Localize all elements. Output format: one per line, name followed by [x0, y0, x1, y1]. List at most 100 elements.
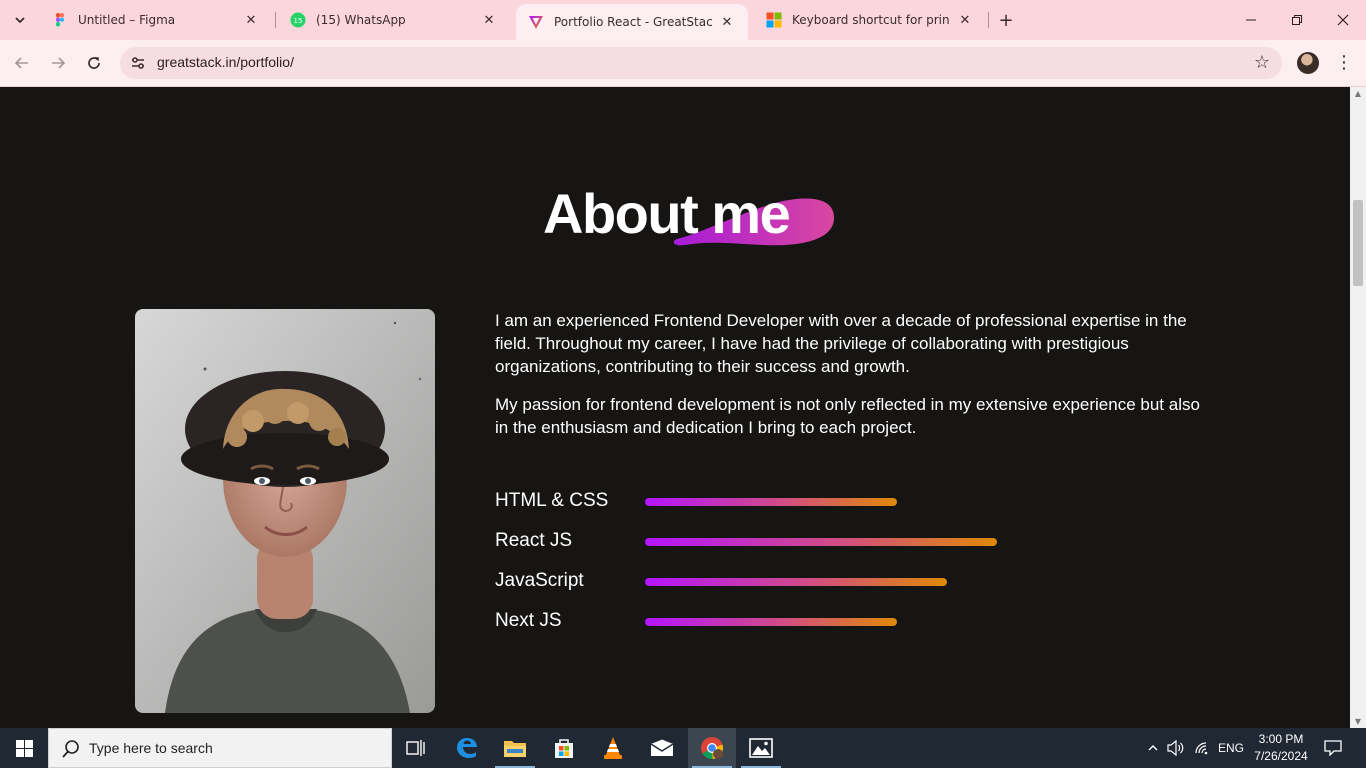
tab-figma[interactable]: Untitled – Figma ✕: [40, 0, 272, 40]
edge-icon: [457, 738, 477, 758]
start-button[interactable]: [0, 728, 48, 768]
skill-name: JavaScript: [495, 570, 584, 591]
browser-toolbar: greatstack.in/portfolio/ ☆ ⋮: [0, 40, 1366, 87]
profile-photo: [135, 309, 435, 713]
tab-strip: Untitled – Figma ✕ 15 (15) WhatsApp ✕ Po…: [0, 0, 1366, 40]
skill-row: React JS: [495, 527, 1215, 567]
bookmark-star-icon[interactable]: ☆: [1254, 52, 1270, 73]
site-settings-icon[interactable]: [128, 53, 148, 73]
windows-logo-icon: [15, 739, 33, 757]
tab-portfolio[interactable]: Portfolio React - GreatStack ✕: [516, 4, 748, 40]
notification-icon: [1324, 740, 1342, 756]
about-paragraph: My passion for frontend development is n…: [495, 395, 1200, 437]
close-icon[interactable]: ✕: [480, 11, 498, 29]
close-icon[interactable]: ✕: [242, 11, 260, 29]
skill-row: JavaScript: [495, 567, 1215, 607]
about-description: I am an experienced Frontend Developer w…: [495, 309, 1215, 454]
volume-button[interactable]: [1164, 728, 1188, 768]
back-button[interactable]: [8, 49, 36, 77]
restore-icon: [1292, 15, 1302, 25]
about-heading: About me: [543, 181, 843, 251]
forward-button[interactable]: [44, 49, 72, 77]
taskbar-vlc[interactable]: [589, 728, 637, 768]
network-button[interactable]: [1190, 728, 1214, 768]
portrait-image: [135, 309, 435, 713]
close-icon: [1337, 14, 1349, 26]
reload-button[interactable]: [80, 49, 108, 77]
taskbar-store[interactable]: [540, 728, 588, 768]
plus-icon: +: [998, 9, 1014, 31]
skill-name: HTML & CSS: [495, 490, 609, 511]
close-icon[interactable]: ✕: [956, 11, 974, 29]
page-scrollbar[interactable]: ▲ ▼: [1350, 87, 1366, 728]
minimize-button[interactable]: [1228, 0, 1274, 40]
page-heading: About me: [543, 182, 791, 245]
chevron-down-icon: [15, 17, 25, 24]
microsoft-icon: [766, 12, 782, 28]
tab-title: Keyboard shortcut for print scre: [792, 13, 950, 27]
tab-separator: [275, 12, 276, 28]
wifi-icon: [1195, 742, 1208, 755]
url-text[interactable]: greatstack.in/portfolio/: [157, 54, 294, 70]
close-icon[interactable]: ✕: [718, 13, 736, 31]
skill-bar-fill: [645, 578, 947, 586]
photos-icon: [749, 738, 773, 758]
reload-icon: [88, 57, 100, 69]
profile-avatar[interactable]: [1297, 52, 1319, 74]
tab-keyboard-shortcut[interactable]: Keyboard shortcut for print scre ✕: [754, 0, 986, 40]
skill-bar-fill: [645, 498, 897, 506]
tab-title: Portfolio React - GreatStack: [554, 15, 712, 29]
tab-whatsapp[interactable]: 15 (15) WhatsApp ✕: [278, 0, 510, 40]
speaker-icon: [1167, 740, 1184, 756]
figma-icon: [56, 13, 64, 27]
skill-bar: [645, 578, 1148, 586]
arrow-left-icon: [14, 57, 28, 69]
scrollbar-thumb[interactable]: [1353, 200, 1363, 286]
whatsapp-icon: 15: [290, 12, 306, 28]
skill-row: Next JS: [495, 607, 1215, 647]
input-language[interactable]: ENG: [1214, 728, 1248, 768]
tab-separator: [988, 12, 989, 28]
tab-search-button[interactable]: [6, 6, 34, 34]
arrow-right-icon: [52, 57, 66, 69]
skill-bar-fill: [645, 618, 897, 626]
mail-envelope-icon: [650, 739, 674, 756]
taskbar-edge[interactable]: [443, 728, 491, 768]
taskbar-file-explorer[interactable]: [491, 728, 539, 768]
skill-bar: [645, 618, 1148, 626]
search-placeholder: Type here to search: [89, 740, 213, 756]
chevron-up-icon: [1148, 745, 1158, 751]
clock-date: 7/26/2024: [1254, 749, 1308, 763]
show-hidden-icons-button[interactable]: [1142, 728, 1164, 768]
folder-icon: [504, 741, 526, 757]
skill-bar-fill: [645, 538, 998, 546]
taskbar-chrome[interactable]: [688, 728, 736, 768]
taskbar-photos[interactable]: [737, 728, 785, 768]
taskbar-mail[interactable]: [638, 728, 686, 768]
close-window-button[interactable]: [1320, 0, 1366, 40]
clock-time: 3:00 PM: [1258, 732, 1304, 746]
about-paragraph: I am an experienced Frontend Developer w…: [495, 311, 1187, 376]
skill-bar: [645, 498, 1148, 506]
tab-title: Untitled – Figma: [78, 13, 176, 27]
minimize-icon: [1246, 19, 1256, 21]
address-bar[interactable]: greatstack.in/portfolio/ ☆: [120, 47, 1282, 79]
skill-row: HTML & CSS: [495, 487, 1215, 527]
system-clock[interactable]: 3:00 PM 7/26/2024: [1250, 731, 1312, 765]
vlc-cone-icon: [604, 737, 622, 759]
tab-title: (15) WhatsApp: [316, 13, 406, 27]
menu-kebab-icon[interactable]: ⋮: [1334, 50, 1354, 74]
scroll-down-arrow-icon[interactable]: ▼: [1354, 717, 1362, 726]
windows-taskbar: Type here to search ENG 3:00 PM 7/26/202…: [0, 728, 1366, 768]
notifications-button[interactable]: [1318, 728, 1348, 768]
new-tab-button[interactable]: +: [994, 8, 1018, 32]
taskbar-search-box[interactable]: Type here to search: [48, 728, 392, 768]
whatsapp-badge: 15: [294, 17, 303, 25]
skills-list: HTML & CSS React JS JavaScript Next JS: [495, 487, 1215, 647]
store-bag-icon: [555, 739, 573, 758]
scroll-up-arrow-icon[interactable]: ▲: [1354, 89, 1362, 98]
page-viewport: About me I am an experienced Frontend De…: [0, 87, 1350, 728]
restore-button[interactable]: [1274, 0, 1320, 40]
skill-bar: [645, 538, 1148, 546]
task-view-button[interactable]: [392, 728, 440, 768]
